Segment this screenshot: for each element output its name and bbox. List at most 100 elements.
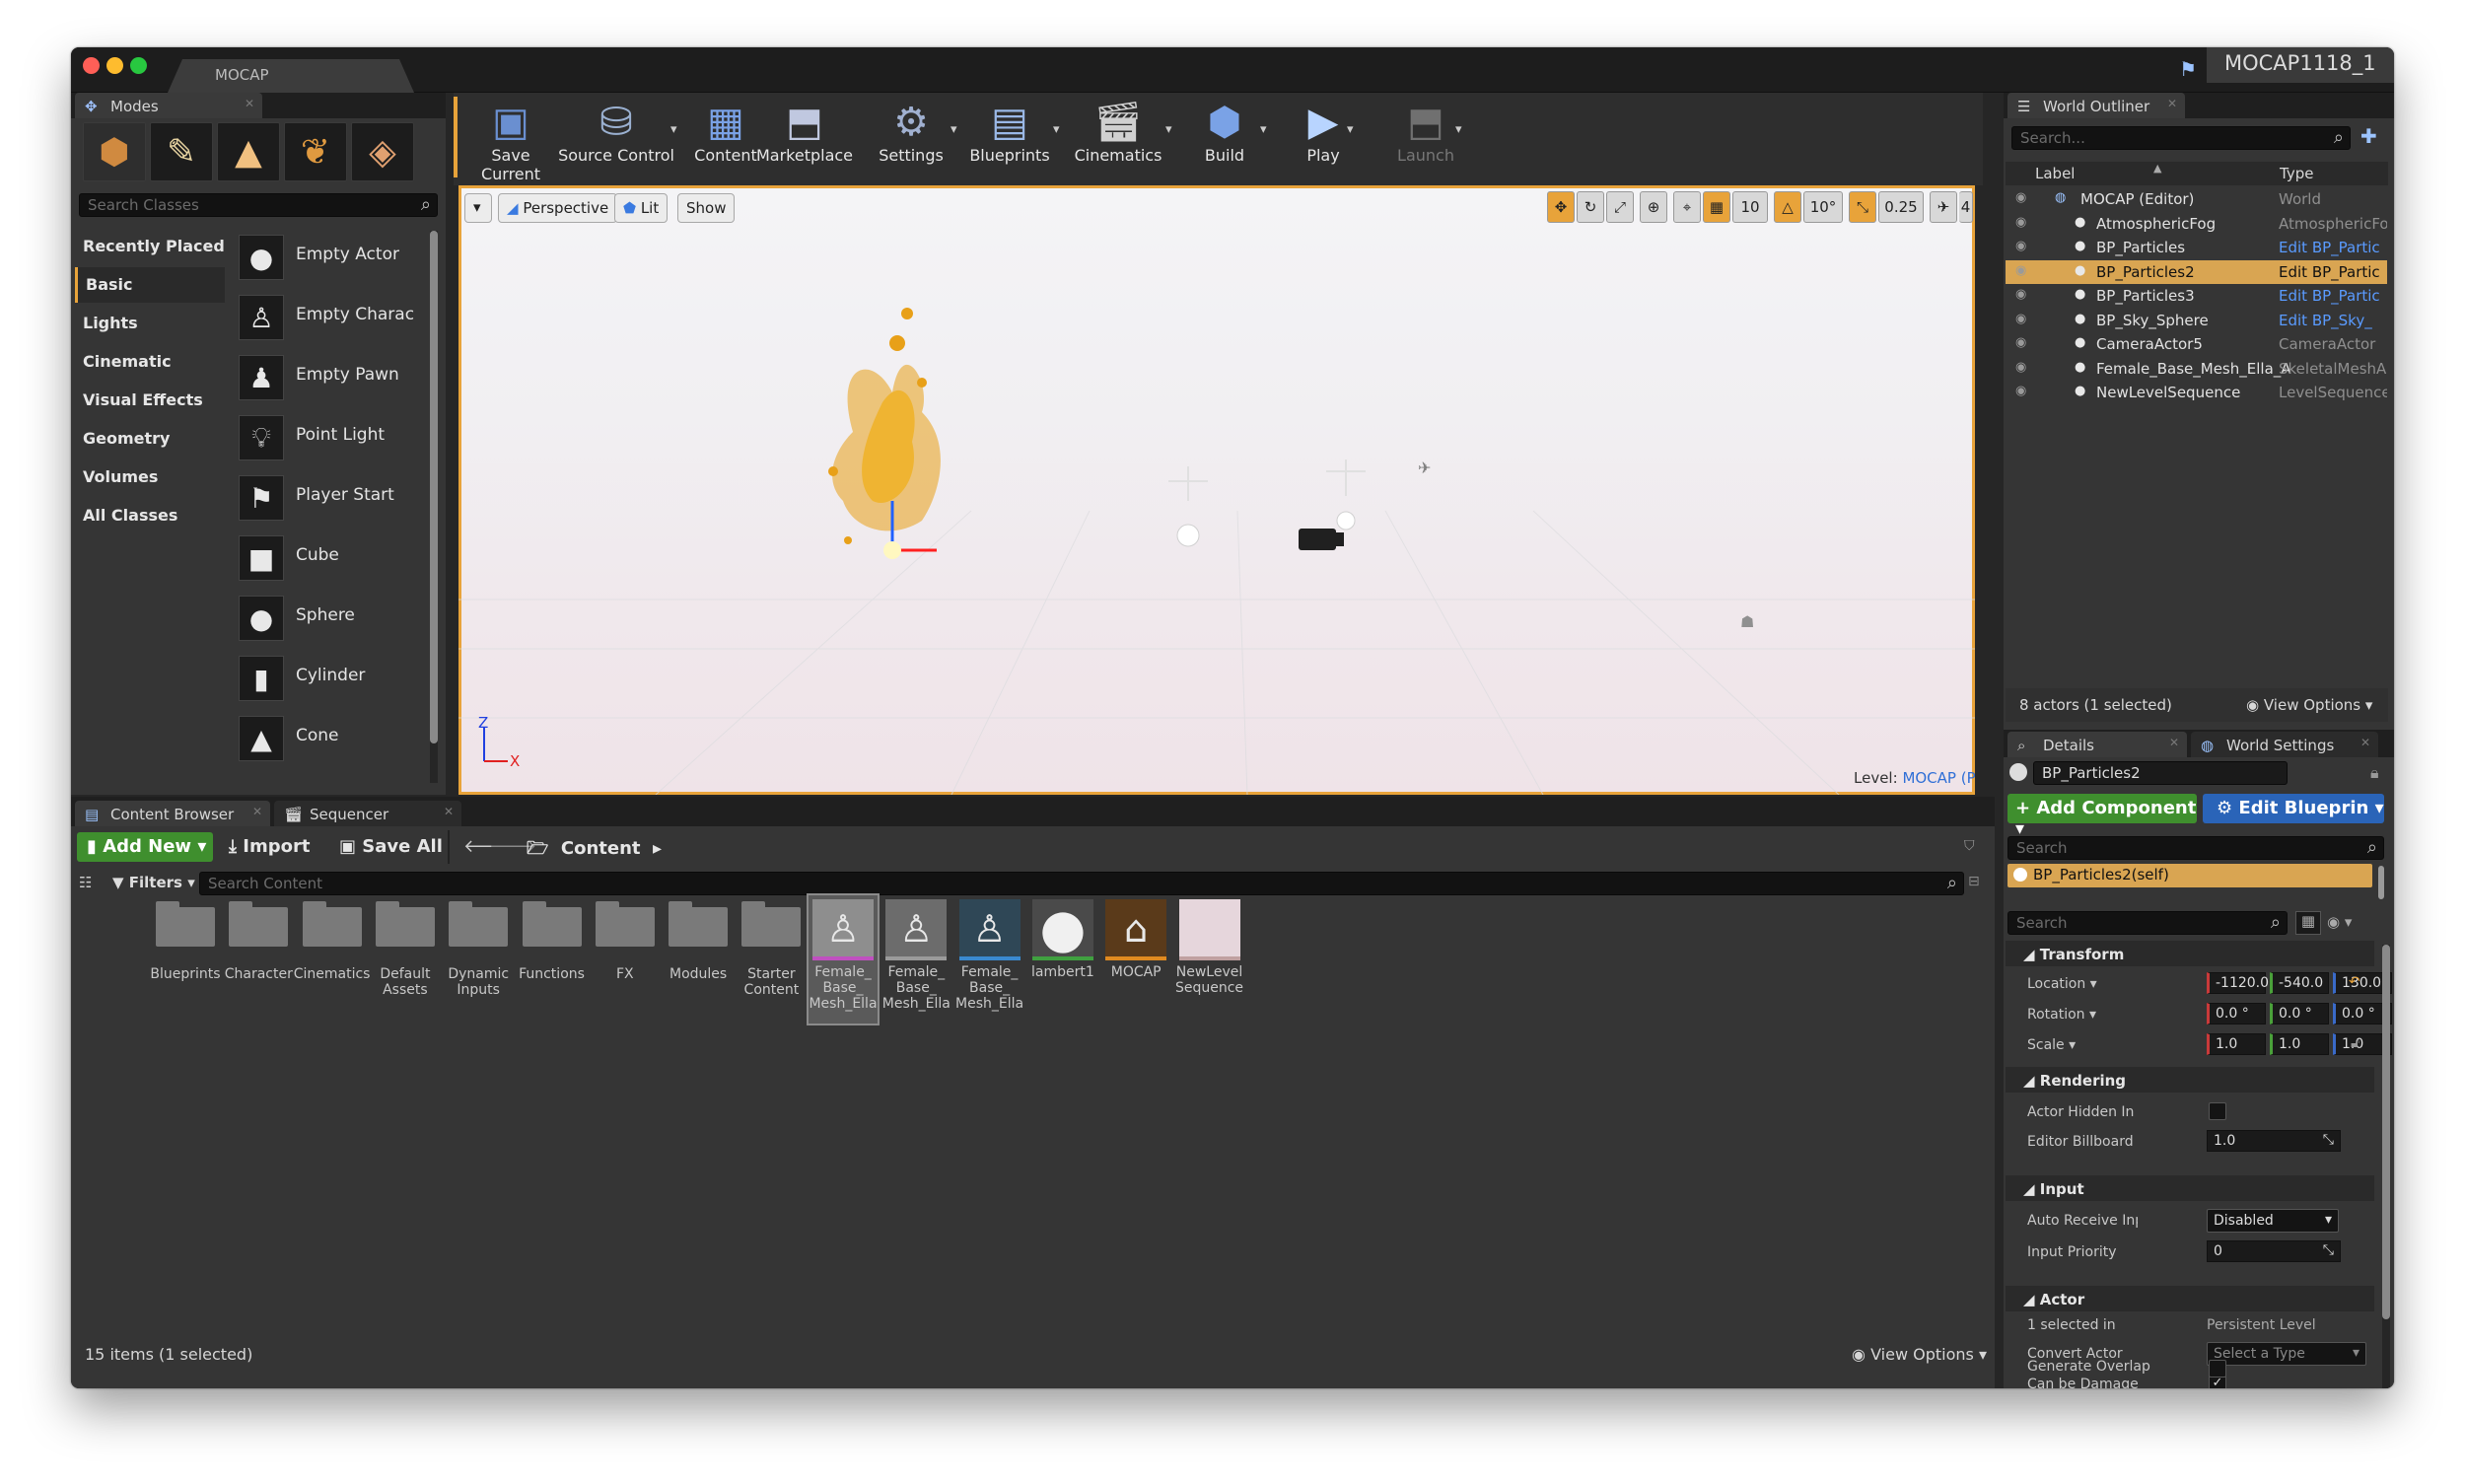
close-icon[interactable]: ✕ (2169, 736, 2179, 749)
rotation-label[interactable]: Rotation ▾ (2027, 1007, 2138, 1023)
content-view-options[interactable]: ◉ View Options ▾ (1852, 1345, 1987, 1364)
lock-scale-icon[interactable]: 🔓︎ (2351, 1035, 2359, 1051)
build-button[interactable]: ⬢ Build (1175, 97, 1274, 176)
play-button[interactable]: ▶ Play (1274, 97, 1373, 176)
rotation-snap-value[interactable]: 10° (1803, 191, 1843, 223)
folder-dynamic-inputs[interactable]: Dynamic Inputs (443, 897, 514, 1016)
chevron-down-icon[interactable]: ▾ (1053, 122, 1060, 137)
asset-tile[interactable]: ⌂ MOCAP (1101, 895, 1170, 1024)
edit-blueprint-button[interactable]: ⚙ Edit Blueprin ▾ (2203, 794, 2384, 823)
rotation-y-input[interactable]: 0.0 ° (2270, 1003, 2329, 1025)
actor-section[interactable]: ◢ Actor (2006, 1286, 2374, 1311)
placeable-cone[interactable]: ▲Cone? (233, 710, 491, 767)
placeable-player-start[interactable]: ⚑Player Start? (233, 469, 491, 527)
editor-billboard-input[interactable]: 1.0 ⤡ (2207, 1130, 2341, 1152)
actor-name-input[interactable]: BP_Particles2 (2033, 761, 2288, 785)
component-search-input[interactable]: Search ⌕ (2007, 836, 2384, 860)
minimize-window-button[interactable] (106, 57, 123, 74)
close-icon[interactable]: ✕ (2167, 97, 2177, 110)
place-mode-icon[interactable]: ⬢ (83, 122, 146, 181)
scale-snap-icon[interactable]: ⤡ (1849, 191, 1876, 223)
folder-character[interactable]: Character (223, 897, 294, 1016)
tab-world-settings[interactable]: ◍ World Settings ✕ (2191, 732, 2378, 757)
outliner-row[interactable]: ◉ ● BP_Particles3 Edit BP_Partic (2006, 284, 2387, 308)
outliner-row[interactable]: ◉ ● BP_Particles Edit BP_Partic (2006, 236, 2387, 259)
input-priority-input[interactable]: 0 ⤡ (2207, 1240, 2341, 1262)
chevron-down-icon[interactable]: ▾ (1165, 122, 1172, 137)
outliner-row[interactable]: ◉ ● BP_Particles2 Edit BP_Partic (2006, 259, 2387, 284)
outliner-view-options[interactable]: ◉ View Options ▾ (2246, 696, 2372, 714)
add-component-button[interactable]: + Add Component ▾ (2007, 794, 2197, 839)
geometry-mode-icon[interactable]: ◈ (351, 122, 414, 181)
close-icon[interactable]: ✕ (444, 805, 454, 818)
placeable-cylinder[interactable]: ▮Cylinder? (233, 650, 491, 707)
lock-icon[interactable]: 🔒︎ (2370, 763, 2379, 783)
eye-icon[interactable]: ◉ (2015, 190, 2026, 205)
category-visual-effects[interactable]: Visual Effects (75, 383, 225, 418)
add-new-button[interactable]: ▮ Add New ▾ (77, 832, 213, 862)
eye-icon[interactable]: ◉ (2015, 215, 2026, 230)
chevron-down-icon[interactable]: ▾ (1347, 122, 1354, 137)
world-local-icon[interactable]: ⊕ (1640, 191, 1667, 223)
path-content[interactable]: 🗁︎ Content ▸ (527, 836, 662, 866)
outliner-row[interactable]: ◉ ◍ MOCAP (Editor) World (2006, 187, 2387, 211)
content-search-input[interactable]: Search Content ⌕ (199, 872, 1964, 895)
category-cinematic[interactable]: Cinematic (75, 344, 225, 380)
perspective-button[interactable]: ◢ Perspective (498, 193, 618, 223)
eye-icon[interactable]: ◉ (2015, 384, 2026, 398)
col-label-header[interactable]: Label (2035, 165, 2075, 182)
transform-section[interactable]: ◢ Transform (2006, 941, 2374, 966)
close-window-button[interactable] (83, 57, 100, 74)
settings-button[interactable]: ⚙ Settings (862, 97, 960, 176)
folder-cinematics[interactable]: Cinematics (294, 897, 370, 1016)
tab-details[interactable]: ⌕ Details ✕ (2007, 732, 2187, 757)
scale-y-input[interactable]: 1.0 (2270, 1033, 2329, 1055)
pin-icon[interactable]: ✚ (2360, 124, 2377, 148)
lock-icon[interactable]: ⛉ (1964, 838, 1975, 854)
chevron-down-icon[interactable]: ▾ (1455, 122, 1462, 137)
search-classes-input[interactable]: Search Classes ⌕ (79, 193, 438, 217)
eye-icon[interactable]: ◉ (2015, 263, 2026, 278)
outliner-row[interactable]: ◉ ● Female_Base_Mesh_Ella_A SkeletalMeshA (2006, 357, 2387, 381)
placeable-empty-charac[interactable]: ♙Empty Charac? (233, 289, 491, 346)
eye-icon[interactable]: ◉ (2015, 287, 2026, 302)
folder-default-assets[interactable]: Default Assets (370, 897, 441, 1016)
paint-mode-icon[interactable]: ✎ (150, 122, 213, 181)
viewport-options-button[interactable]: ▾ (464, 193, 492, 223)
outliner-row[interactable]: ◉ ● AtmosphericFog AtmosphericFo (2006, 212, 2387, 236)
flag-icon[interactable]: ⚑ (2179, 57, 2197, 81)
close-icon[interactable]: ✕ (252, 805, 262, 818)
asset-tile[interactable]: ● lambert1 (1028, 895, 1097, 1024)
outliner-row[interactable]: ◉ ● NewLevelSequence LevelSequence (2006, 381, 2387, 404)
outliner-row[interactable]: ◉ ● BP_Sky_Sphere Edit BP_Sky_ (2006, 309, 2387, 332)
eye-icon[interactable]: ◉ (2015, 312, 2026, 326)
placeable-cube[interactable]: ■Cube? (233, 530, 491, 587)
category-lights[interactable]: Lights (75, 306, 225, 341)
save-search-icon[interactable]: ⊟ (1968, 874, 1980, 889)
category-geometry[interactable]: Geometry (75, 421, 225, 457)
folder-blueprints[interactable]: Blueprints (150, 897, 221, 1016)
outliner-row-type[interactable]: Edit BP_Sky_ (2279, 312, 2372, 329)
placeables-scrollbar[interactable] (430, 231, 438, 783)
actor-hidden-checkbox[interactable] (2209, 1102, 2226, 1120)
grid-snap-icon[interactable]: ▦ (1703, 191, 1730, 223)
blueprints-button[interactable]: ▤ Blueprints (960, 97, 1059, 176)
category-all-classes[interactable]: All Classes (75, 498, 225, 533)
close-icon[interactable]: ✕ (2360, 736, 2370, 749)
category-basic[interactable]: Basic (75, 267, 225, 303)
level-viewport[interactable]: ✈ ☗ Z X ▾ ◢ Perspective ⬟ Lit Show ✥ ↻ ⤢… (458, 185, 1975, 795)
rotation-x-input[interactable]: 0.0 ° (2207, 1003, 2266, 1025)
asset-tile[interactable]: ♙ Female_ Base_ Mesh_Ella (955, 895, 1024, 1024)
scale-snap-value[interactable]: 0.25 (1878, 191, 1924, 223)
asset-tile[interactable]: ♙ Female_ Base_ Mesh_Ella (881, 895, 951, 1024)
location-x-input[interactable]: -1120.0 (2207, 972, 2269, 994)
component-scrollbar[interactable] (2378, 866, 2384, 899)
folder-modules[interactable]: Modules (663, 897, 734, 1016)
grid-view-icon[interactable]: ▦ (2295, 911, 2321, 935)
tab-content-browser[interactable]: ▤ Content Browser ✕ (75, 801, 270, 826)
marketplace-button[interactable]: ⬒ Marketplace (755, 97, 854, 176)
sources-toggle-icon[interactable]: ☷ (79, 874, 92, 891)
eye-icon[interactable]: ◉ (2015, 335, 2026, 350)
lit-button[interactable]: ⬟ Lit (614, 193, 669, 223)
save-all-button[interactable]: ▣ Save All (339, 836, 443, 857)
